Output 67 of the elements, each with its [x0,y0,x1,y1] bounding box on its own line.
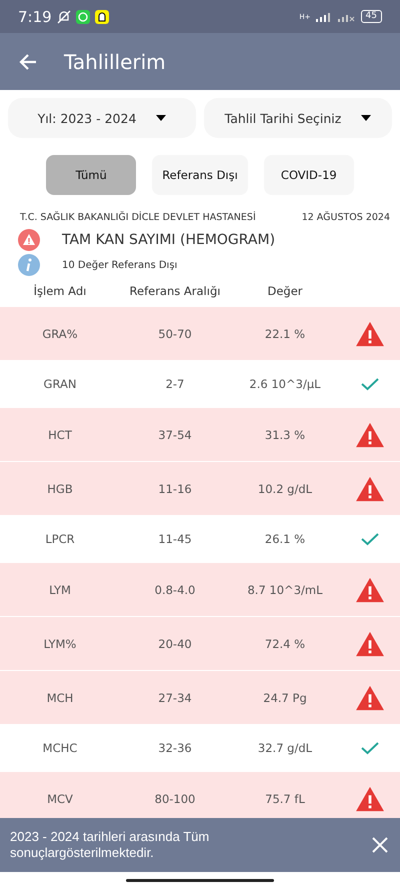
table-cell: 11-45 [158,532,192,546]
snackbar-message: 2023 - 2024 tarihleri arasında Tüm sonuçlargösterilmektedir. [10,829,210,861]
filter-button[interactable]: Referans Dışı [152,155,248,195]
table-cell: HGB [47,482,73,496]
table-cell: 32.7 g/dL [258,741,312,755]
status-time: 7:19 [18,8,52,26]
caret-icon [361,115,372,121]
close-icon[interactable] [372,837,388,853]
check-icon [360,377,380,391]
table-cell: 24.7 Pg [263,690,307,704]
signal-icon [316,12,356,22]
filter-button[interactable]: Tümü [46,155,136,195]
warning-icon [355,320,385,346]
report-date: 12 AĞUSTOS 2024 [302,212,390,223]
table-cell: 11-16 [158,482,192,496]
chat-app-icon [76,10,90,24]
table-cell: 8.7 10^3/mL [247,582,322,596]
table-cell: LYM [49,582,71,596]
table-cell: 80-100 [154,792,196,806]
warning-icon [355,576,385,602]
table-cell: MCV [47,792,73,806]
column-header: İşlem Adı [34,284,86,298]
warning-icon [355,786,385,812]
table-cell: MCH [46,690,74,704]
table-cell: 75.7 fL [265,792,305,806]
table-cell: HCT [48,428,72,442]
table-cell: LYM% [44,636,76,650]
table-cell: 26.1 % [264,532,306,546]
table-cell: GRA% [42,326,78,340]
test-name: TAM KAN SAYIMI (HEMOGRAM) [62,232,276,248]
table-cell: 10.2 g/dL [258,482,312,496]
dropdown[interactable]: Tahlil Tarihi Seçiniz [204,98,392,138]
table-cell: 27-34 [158,690,192,704]
home-indicator[interactable] [126,878,274,882]
column-header: Değer [267,284,303,298]
filter-button[interactable]: COVID-19 [264,155,354,195]
table-cell: 31.3 % [264,428,306,442]
table-cell: 2.6 10^3/µL [249,377,321,391]
warning-icon [355,630,385,656]
warning-icon [355,422,385,448]
ghost-app-icon [94,10,109,24]
out-of-range-summary: 10 Değer Referans Dışı [62,260,178,270]
table-cell: 22.1 % [264,326,306,340]
warning-icon [355,476,385,502]
dropdown[interactable]: Yıl: 2023 - 2024 [8,98,196,138]
hospital-name: T.C. SAĞLIK BAKANLIĞI DİCLE DEVLET HASTANESİ [20,212,256,223]
caret-icon [156,115,166,121]
check-icon [360,532,380,546]
table-cell: 0.8-4.0 [154,582,196,596]
column-header: Referans Aralığı [130,284,220,298]
check-icon [360,741,380,755]
page-title: Tahlillerim [64,50,166,74]
table-cell: 32-36 [158,741,192,755]
table-cell: 37-54 [158,428,192,442]
table-cell: MCHC [42,741,78,755]
warning-icon [355,684,385,710]
back-arrow-icon[interactable] [18,52,38,72]
table-cell: 20-40 [158,636,192,650]
info-icon [18,254,40,276]
battery-level: 45 [360,10,382,23]
table-cell: 2-7 [166,377,184,391]
table-cell: GRAN [44,377,76,391]
bell-off-icon [56,10,71,24]
table-cell: 50-70 [158,326,192,340]
table-cell: 72.4 % [264,636,306,650]
table-cell: LPCR [45,532,75,546]
warning-icon [18,229,40,251]
